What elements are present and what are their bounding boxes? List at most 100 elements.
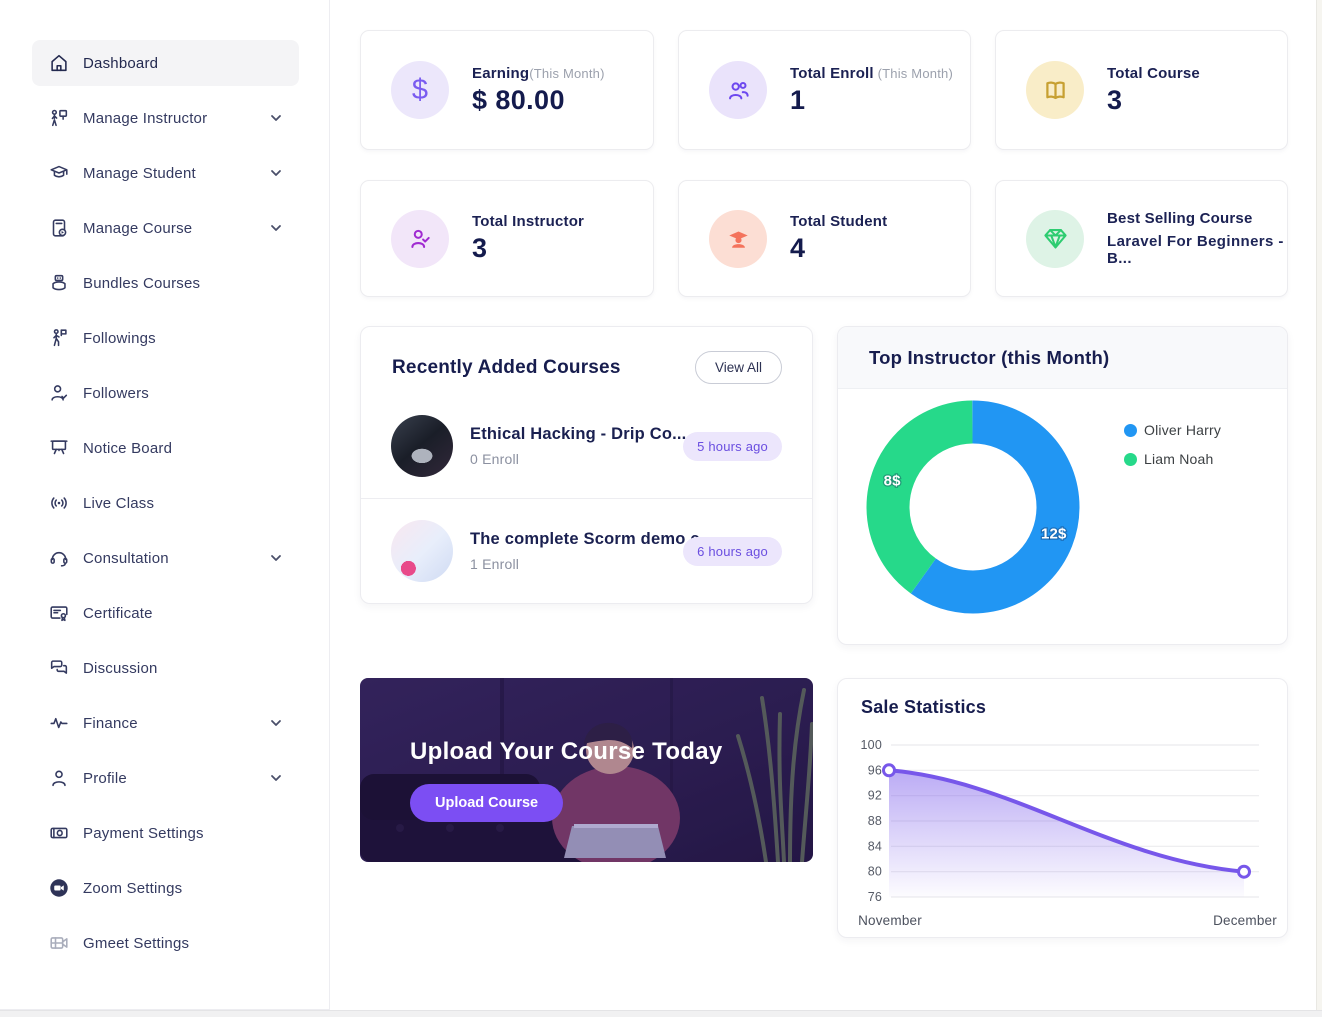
banner-title: Upload Your Course Today bbox=[410, 738, 723, 766]
course-thumbnail bbox=[391, 520, 453, 582]
sidebar-item-label: Consultation bbox=[83, 550, 269, 567]
instructor-donut-chart: 12$8$ bbox=[864, 398, 1082, 616]
sidebar-item-label: Discussion bbox=[83, 660, 283, 677]
sidebar-item-label: Profile bbox=[83, 770, 269, 787]
legend-item: Oliver Harry bbox=[1124, 422, 1221, 438]
sidebar-item-followers[interactable]: Followers bbox=[32, 370, 299, 416]
sidebar-item-manage-course[interactable]: Manage Course bbox=[32, 205, 299, 251]
stat-label: Total Enroll (This Month) bbox=[790, 65, 953, 82]
legend-item: Liam Noah bbox=[1124, 451, 1221, 467]
person-check-icon bbox=[391, 210, 449, 268]
chevron-down-icon bbox=[269, 716, 283, 730]
stat-card-best-selling-course: Best Selling Course Laravel For Beginner… bbox=[995, 180, 1288, 297]
dollar-icon: $ bbox=[391, 61, 449, 119]
certificate-icon bbox=[48, 602, 70, 624]
sale-statistics-chart: 100969288848076NovemberDecember bbox=[838, 679, 1288, 937]
sidebar-item-consultation[interactable]: Consultation bbox=[32, 535, 299, 581]
svg-text:88: 88 bbox=[868, 814, 882, 828]
svg-text:12$: 12$ bbox=[1041, 525, 1067, 542]
sidebar-item-label: Live Class bbox=[83, 495, 283, 512]
chevron-down-icon bbox=[269, 111, 283, 125]
main-content: $ Earning(This Month) $ 80.00 Total Enro… bbox=[330, 0, 1292, 1010]
svg-text:100: 100 bbox=[861, 738, 882, 752]
headset-icon bbox=[48, 547, 70, 569]
svg-text:96: 96 bbox=[868, 763, 882, 777]
sidebar-item-bundles-courses[interactable]: Bundles Courses bbox=[32, 260, 299, 306]
sidebar-item-finance[interactable]: Finance bbox=[32, 700, 299, 746]
stat-label: Total Instructor bbox=[472, 213, 584, 230]
sidebar-item-payment-settings[interactable]: Payment Settings bbox=[32, 810, 299, 856]
course-list-item[interactable]: Ethical Hacking - Drip Co... 0 Enroll 5 … bbox=[361, 394, 812, 498]
sidebar-item-label: Gmeet Settings bbox=[83, 935, 283, 952]
vertical-scrollbar[interactable] bbox=[1316, 0, 1322, 1010]
live-broadcast-icon bbox=[48, 492, 70, 514]
sidebar-item-label: Bundles Courses bbox=[83, 275, 283, 292]
legend-swatch bbox=[1124, 424, 1137, 437]
course-enroll-count: 1 Enroll bbox=[470, 556, 683, 572]
svg-text:80: 80 bbox=[868, 865, 882, 879]
sidebar-item-label: Manage Instructor bbox=[83, 110, 269, 127]
sidebar-item-certificate[interactable]: Certificate bbox=[32, 590, 299, 636]
stat-value: 1 bbox=[790, 85, 953, 116]
recently-added-courses-panel: Recently Added Courses View All Ethical … bbox=[360, 326, 813, 604]
sidebar-item-label: Certificate bbox=[83, 605, 283, 622]
sidebar-item-discussion[interactable]: Discussion bbox=[32, 645, 299, 691]
sidebar-item-gmeet-settings[interactable]: Gmeet Settings bbox=[32, 920, 299, 966]
chevron-down-icon bbox=[269, 771, 283, 785]
sidebar-item-manage-student[interactable]: Manage Student bbox=[32, 150, 299, 196]
stat-card-total-enroll: Total Enroll (This Month) 1 bbox=[678, 30, 971, 150]
sidebar-item-label: Manage Course bbox=[83, 220, 269, 237]
stat-label: Best Selling Course bbox=[1107, 210, 1287, 227]
person-check-icon bbox=[48, 382, 70, 404]
sidebar-item-label: Manage Student bbox=[83, 165, 269, 182]
stat-card-total-instructor: Total Instructor 3 bbox=[360, 180, 654, 297]
meet-camera-icon bbox=[48, 932, 70, 954]
time-ago-badge: 5 hours ago bbox=[683, 432, 782, 461]
sidebar-item-label: Payment Settings bbox=[83, 825, 283, 842]
sidebar-item-live-class[interactable]: Live Class bbox=[32, 480, 299, 526]
chat-bubbles-icon bbox=[48, 657, 70, 679]
chevron-down-icon bbox=[269, 551, 283, 565]
sidebar-item-label: Finance bbox=[83, 715, 269, 732]
sidebar-item-label: Followers bbox=[83, 385, 283, 402]
sidebar-item-followings[interactable]: Followings bbox=[32, 315, 299, 361]
sale-statistics-panel: Sale Statistics 100969288848076NovemberD… bbox=[837, 678, 1288, 938]
time-ago-badge: 6 hours ago bbox=[683, 537, 782, 566]
sidebar-item-notice-board[interactable]: Notice Board bbox=[32, 425, 299, 471]
stat-value: 4 bbox=[790, 233, 887, 264]
graduate-icon bbox=[709, 210, 767, 268]
zoom-camera-icon bbox=[48, 877, 70, 899]
course-list-item[interactable]: The complete Scorm demo c... 1 Enroll 6 … bbox=[361, 498, 812, 603]
stat-value: Laravel For Beginners - B... bbox=[1107, 233, 1287, 267]
horizontal-scrollbar[interactable] bbox=[0, 1010, 1322, 1017]
chart-legend: Oliver Harry Liam Noah bbox=[1124, 422, 1221, 480]
upload-course-banner: Upload Your Course Today Upload Course bbox=[360, 678, 813, 862]
users-icon bbox=[709, 61, 767, 119]
view-all-button[interactable]: View All bbox=[695, 351, 782, 384]
stat-card-earning: $ Earning(This Month) $ 80.00 bbox=[360, 30, 654, 150]
chevron-down-icon bbox=[269, 221, 283, 235]
panel-title: Top Instructor (this Month) bbox=[869, 347, 1109, 369]
bundle-icon bbox=[48, 272, 70, 294]
person-flag-icon bbox=[48, 327, 70, 349]
svg-text:84: 84 bbox=[868, 839, 882, 853]
legend-swatch bbox=[1124, 453, 1137, 466]
sidebar-item-label: Dashboard bbox=[83, 55, 283, 72]
upload-course-button[interactable]: Upload Course bbox=[410, 784, 563, 822]
stat-value: 3 bbox=[472, 233, 584, 264]
stat-card-total-course: Total Course 3 bbox=[995, 30, 1288, 150]
person-icon bbox=[48, 767, 70, 789]
panel-title: Recently Added Courses bbox=[392, 357, 621, 379]
sidebar-item-label: Followings bbox=[83, 330, 283, 347]
diamond-icon bbox=[1026, 210, 1084, 268]
top-instructor-panel: Top Instructor (this Month) 12$8$ Oliver… bbox=[837, 326, 1288, 645]
sidebar-item-zoom-settings[interactable]: Zoom Settings bbox=[32, 865, 299, 911]
sidebar-item-dashboard[interactable]: Dashboard bbox=[32, 40, 299, 86]
graduation-cap-icon bbox=[48, 162, 70, 184]
sidebar: Dashboard Manage Instructor Manage Stude… bbox=[0, 0, 330, 1010]
sidebar-item-profile[interactable]: Profile bbox=[32, 755, 299, 801]
course-title: Ethical Hacking - Drip Co... bbox=[470, 425, 683, 444]
open-book-icon bbox=[1026, 61, 1084, 119]
svg-text:76: 76 bbox=[868, 890, 882, 904]
sidebar-item-manage-instructor[interactable]: Manage Instructor bbox=[32, 95, 299, 141]
